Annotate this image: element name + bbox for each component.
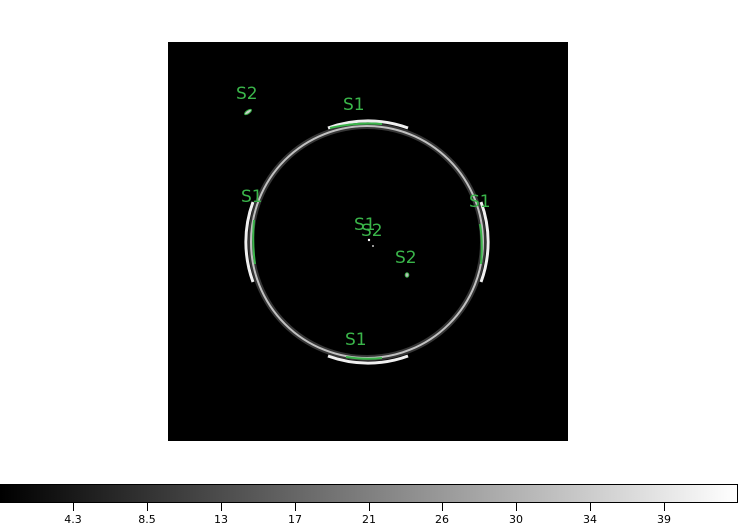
colorbar-tick-label: 13 [214,513,228,526]
region-label-s1-top: S1 [343,95,365,115]
colorbar [0,484,738,503]
region-label-s2-center: S2 [361,221,383,241]
ring-glow [248,123,486,361]
colorbar-tick-label: 8.5 [138,513,156,526]
colorbar-tick [221,503,222,511]
colorbar-tick [664,503,665,511]
region-label-s1-left: S1 [241,187,263,207]
colorbar-tick [295,503,296,511]
colorbar-tick [73,503,74,511]
colorbar-tick [442,503,443,511]
source-lower-right [404,272,410,278]
colorbar-tick-label: 34 [583,513,597,526]
center-source-2 [372,245,374,247]
colorbar-tick-label: 21 [362,513,376,526]
colorbar-tick [516,503,517,511]
colorbar-tick-label: 39 [657,513,671,526]
region-label-s1-right: S1 [469,192,491,212]
image-panel: S2 S1 S1 S1 S1 S2 S2 S1 [168,42,568,441]
colorbar-tick-label: 17 [288,513,302,526]
colorbar-tick [369,503,370,511]
region-label-s2-top-left: S2 [236,84,258,104]
source-top-left [244,108,252,116]
colorbar-tick-label: 4.3 [64,513,82,526]
image-canvas [244,108,490,365]
colorbar-tick [590,503,591,511]
colorbar-tick-label: 30 [509,513,523,526]
region-label-s1-bottom: S1 [345,330,367,350]
colorbar-tick [147,503,148,511]
region-label-s2-lower-right: S2 [395,248,417,268]
colorbar-tick-label: 26 [435,513,449,526]
